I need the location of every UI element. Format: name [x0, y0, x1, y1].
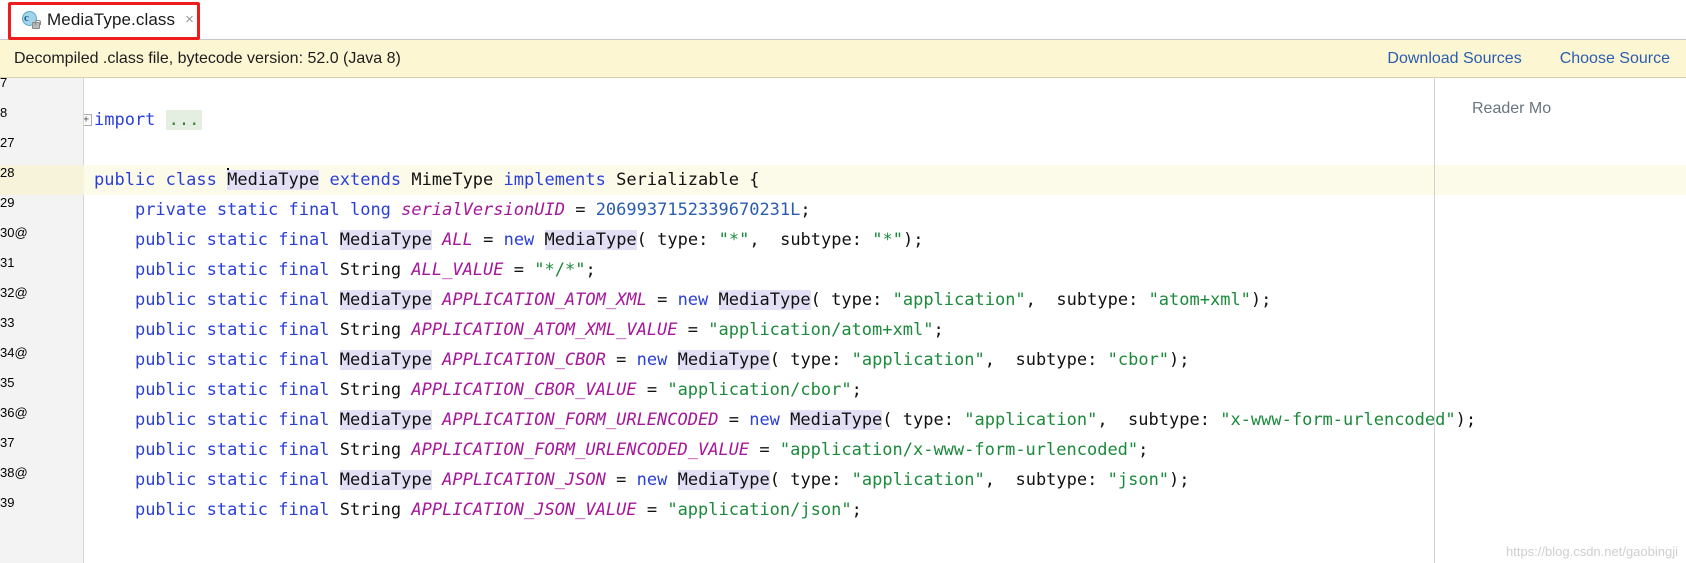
gutter-line[interactable]: 31: [0, 255, 84, 285]
gutter-line[interactable]: 32@: [0, 285, 84, 315]
line-number: 27: [0, 135, 15, 150]
code-editor[interactable]: 7 8 27 28 29 30@ 31 32@ 33 34@ 35 36@ 37 38@ 39 + impor…: [0, 78, 1686, 563]
line-number: 29: [0, 195, 15, 210]
gutter-line[interactable]: 33: [0, 315, 84, 345]
code-line[interactable]: [84, 78, 1686, 105]
line-number: 30: [0, 225, 15, 240]
code-line-text: public static final MediaType APPLICATIO…: [134, 290, 1272, 310]
decompiled-notification-banner: Decompiled .class file, bytecode version…: [0, 40, 1686, 78]
tab-mediatype-class[interactable]: c MediaType.class ×: [12, 0, 204, 39]
gutter-line[interactable]: 35: [0, 375, 84, 405]
code-line[interactable]: public static final MediaType APPLICATIO…: [84, 345, 1686, 375]
gutter-line[interactable]: 28: [0, 165, 84, 195]
code-line[interactable]: + import ...: [84, 105, 1686, 135]
code-line-text: public static final MediaType APPLICATIO…: [134, 470, 1190, 490]
editor-code-area[interactable]: + import ... public class MediaType extend…: [84, 78, 1686, 563]
line-number: 39: [0, 495, 15, 510]
code-line[interactable]: public static final String APPLICATION_J…: [84, 495, 1686, 525]
gutter-line[interactable]: 34@: [0, 345, 84, 375]
code-line[interactable]: public static final MediaType APPLICATIO…: [84, 405, 1686, 435]
tab-title: MediaType.class: [47, 9, 176, 29]
code-line-text: public static final String ALL_VALUE = "…: [134, 260, 596, 280]
line-number: 8: [0, 105, 8, 120]
line-number: 36: [0, 405, 15, 420]
code-line[interactable]: public static final String APPLICATION_C…: [84, 375, 1686, 405]
code-line[interactable]: public static final String APPLICATION_A…: [84, 315, 1686, 345]
gutter-line[interactable]: 37: [0, 435, 84, 465]
code-line-text: + import ...: [84, 105, 203, 135]
gutter-line[interactable]: 29: [0, 195, 84, 225]
code-line[interactable]: public static final MediaType ALL = new …: [84, 225, 1686, 255]
annotation-marker-icon[interactable]: @: [14, 405, 27, 420]
code-line-text: public class MediaType extends MimeType …: [94, 168, 760, 190]
watermark-text: https://blog.csdn.net/gaobingji: [1505, 544, 1678, 559]
gutter-line[interactable]: 39: [0, 495, 84, 525]
annotation-marker-icon[interactable]: @: [14, 225, 27, 240]
line-number: 34: [0, 345, 15, 360]
code-line-text: public static final String APPLICATION_F…: [134, 440, 1149, 460]
code-line[interactable]: public static final MediaType APPLICATIO…: [84, 465, 1686, 495]
annotation-marker-icon[interactable]: @: [14, 465, 27, 480]
line-number: 7: [0, 78, 8, 90]
line-number: 32: [0, 285, 15, 300]
gutter-line[interactable]: 30@: [0, 225, 84, 255]
annotation-marker-icon[interactable]: @: [14, 345, 27, 360]
gutter-line[interactable]: 7: [0, 78, 84, 105]
banner-message: Decompiled .class file, bytecode version…: [14, 49, 401, 67]
gutter-line[interactable]: 38@: [0, 465, 84, 495]
code-line-text: public static final MediaType APPLICATIO…: [134, 410, 1477, 430]
line-number: 31: [0, 255, 15, 270]
line-number: 38: [0, 465, 15, 480]
editor-tab-bar: c MediaType.class ×: [0, 0, 1686, 40]
code-line-text: public static final String APPLICATION_C…: [134, 380, 862, 400]
line-number: 37: [0, 435, 15, 450]
annotation-marker-icon[interactable]: @: [14, 285, 27, 300]
code-line-text: public static final String APPLICATION_J…: [134, 500, 862, 520]
code-line[interactable]: private static final long serialVersionU…: [84, 195, 1686, 225]
fold-toggle-icon[interactable]: +: [84, 114, 92, 126]
editor-gutter[interactable]: 7 8 27 28 29 30@ 31 32@ 33 34@ 35 36@ 37 38@ 39: [0, 78, 84, 563]
code-line[interactable]: public static final String ALL_VALUE = "…: [84, 255, 1686, 285]
gutter-line[interactable]: 8: [0, 105, 84, 135]
download-sources-link[interactable]: Download Sources: [1387, 50, 1521, 68]
code-line-text: private static final long serialVersionU…: [134, 200, 811, 220]
gutter-line[interactable]: 27: [0, 135, 84, 165]
code-line-text: public static final MediaType APPLICATIO…: [134, 350, 1190, 370]
code-line[interactable]: [84, 135, 1686, 165]
gutter-line[interactable]: 36@: [0, 405, 84, 435]
java-class-locked-icon: c: [22, 11, 41, 29]
line-number: 33: [0, 315, 15, 330]
right-panel-divider: [1434, 78, 1435, 563]
reader-mode-label[interactable]: Reader Mo: [1472, 100, 1551, 118]
close-icon[interactable]: ×: [183, 12, 194, 27]
line-number: 35: [0, 375, 15, 390]
code-line-text: public static final String APPLICATION_A…: [134, 320, 944, 340]
code-line-text: public static final MediaType ALL = new …: [134, 230, 924, 250]
choose-sources-link[interactable]: Choose Source: [1560, 50, 1670, 68]
code-line[interactable]: public class MediaType extends MimeType …: [84, 165, 1686, 195]
code-line[interactable]: public static final MediaType APPLICATIO…: [84, 285, 1686, 315]
line-number: 28: [0, 165, 15, 180]
banner-actions: Download Sources Choose Source: [1387, 50, 1672, 68]
code-line[interactable]: public static final String APPLICATION_F…: [84, 435, 1686, 465]
